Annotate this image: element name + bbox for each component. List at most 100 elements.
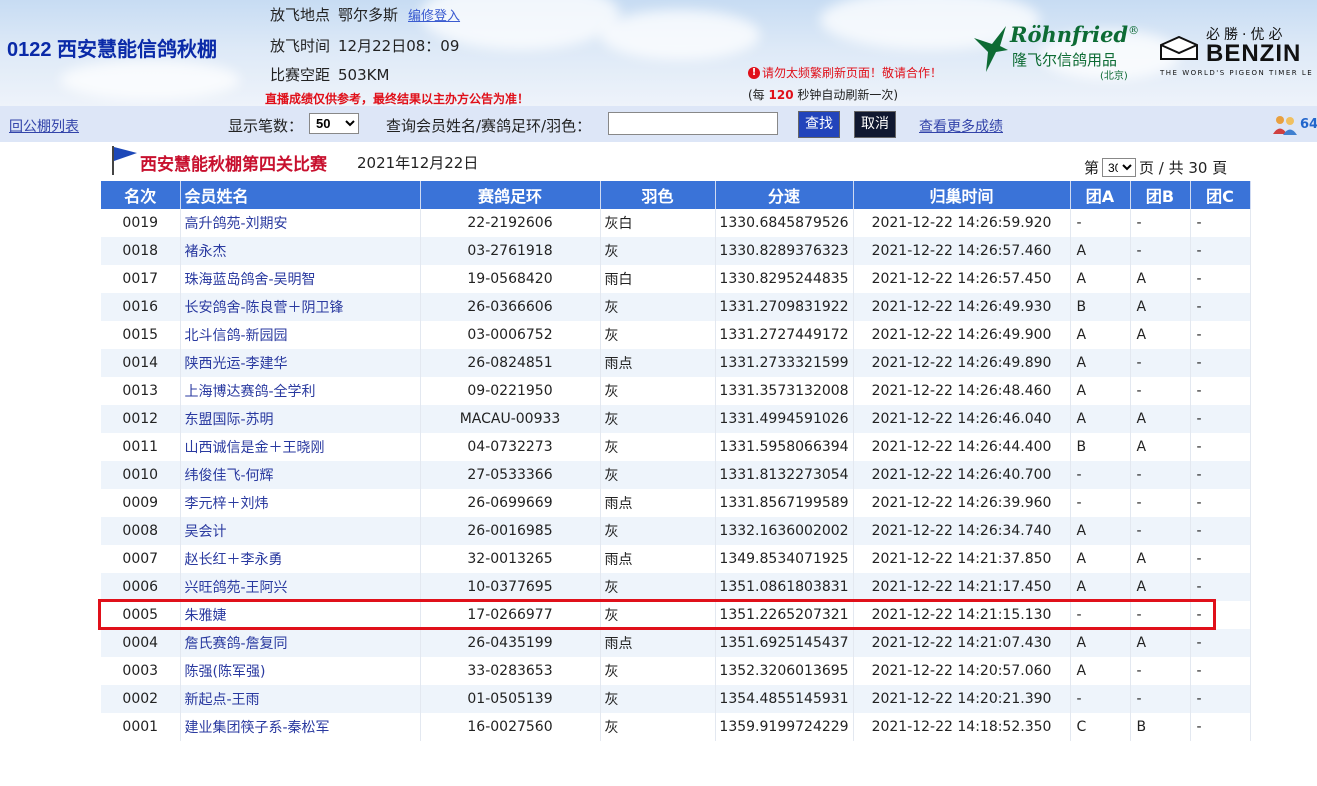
race-date: 2021年12月22日: [357, 154, 479, 172]
team-b-cell: -: [1130, 685, 1191, 713]
relogin-link[interactable]: 编修登入: [408, 9, 460, 24]
arrival-time-cell: 2021-12-22 14:21:15.130: [853, 601, 1071, 629]
speed-cell: 1330.8295244835: [715, 265, 854, 293]
record-count-select[interactable]: 50: [309, 113, 359, 134]
feather-color-cell: 灰: [600, 713, 716, 741]
benzing-tagline: THE WORLD'S PIGEON TIMER LE: [1160, 69, 1314, 77]
speed-cell: 1331.5958066394: [715, 433, 854, 461]
team-c-cell: -: [1190, 685, 1251, 713]
team-a-cell: B: [1070, 433, 1131, 461]
feather-color-cell: 灰: [600, 685, 716, 713]
member-name-link[interactable]: 纬俊佳飞-何辉: [180, 461, 421, 489]
member-name-link[interactable]: 詹氏赛鸽-詹复同: [180, 629, 421, 657]
team-a-cell: -: [1070, 209, 1131, 237]
feather-color-cell: 灰: [600, 293, 716, 321]
arrival-time-cell: 2021-12-22 14:26:57.460: [853, 237, 1071, 265]
count-label: 显示笔数：: [228, 117, 304, 135]
member-name-link[interactable]: 建业集团筷子系-秦松军: [180, 713, 421, 741]
online-count: 64: [1300, 117, 1317, 132]
team-c-cell: -: [1190, 545, 1251, 573]
col-header-team-b: 团B: [1130, 181, 1191, 209]
ring-number-cell: 01-0505139: [420, 685, 601, 713]
team-c-cell: -: [1190, 573, 1251, 601]
member-name-link[interactable]: 山西诚信是金＋王晓刚: [180, 433, 421, 461]
team-a-cell: -: [1070, 461, 1131, 489]
query-label: 查询会员姓名/赛鸽足环/羽色：: [386, 117, 592, 135]
back-to-list-link[interactable]: 回公棚列表: [9, 116, 79, 136]
team-a-cell: A: [1070, 349, 1131, 377]
rank-cell: 0013: [101, 377, 181, 405]
arrival-time-cell: 2021-12-22 14:20:21.390: [853, 685, 1071, 713]
arrival-time-cell: 2021-12-22 14:26:48.460: [853, 377, 1071, 405]
member-name-link[interactable]: 李元梓＋刘炜: [180, 489, 421, 517]
feather-color-cell: 雨点: [600, 349, 716, 377]
auto-refresh-note: (每 120 秒钟自动刷新一次): [748, 86, 898, 103]
member-name-link[interactable]: 陕西光运-李建华: [180, 349, 421, 377]
feather-color-cell: 雨白: [600, 265, 716, 293]
table-row: 0019 高升鸽苑-刘期安 22-2192606 灰白 1330.6845879526 2…: [101, 209, 1251, 237]
query-input[interactable]: [608, 112, 778, 135]
release-location-value: 鄂尔多斯: [338, 6, 399, 24]
table-row: 0004 詹氏赛鸽-詹复同 26-0435199 雨点 1351.6925145437 2…: [101, 629, 1251, 657]
team-b-cell: -: [1130, 517, 1191, 545]
team-b-cell: -: [1130, 237, 1191, 265]
team-c-cell: -: [1190, 601, 1251, 629]
member-name-link[interactable]: 褚永杰: [180, 237, 421, 265]
rohnfried-logo: Röhnfried® 隆飞尔信鸽用品 (北京): [972, 22, 1152, 82]
team-a-cell: A: [1070, 321, 1131, 349]
member-name-link[interactable]: 朱雅婕: [180, 601, 421, 629]
member-name-link[interactable]: 高升鸽苑-刘期安: [180, 209, 421, 237]
team-a-cell: A: [1070, 573, 1131, 601]
member-name-link[interactable]: 上海博达赛鸽-全学利: [180, 377, 421, 405]
member-name-link[interactable]: 新起点-王雨: [180, 685, 421, 713]
team-b-cell: A: [1130, 321, 1191, 349]
member-name-link[interactable]: 陈强(陈军强): [180, 657, 421, 685]
toolbar: 回公棚列表 显示笔数： 50 查询会员姓名/赛鸽足环/羽色： 查找 取消 查看更…: [0, 106, 1317, 142]
cancel-button[interactable]: 取消: [854, 111, 896, 138]
team-b-cell: A: [1130, 573, 1191, 601]
member-name-link[interactable]: 北斗信鸽-新园园: [180, 321, 421, 349]
rohnfried-city: (北京): [1100, 71, 1128, 82]
team-b-cell: A: [1130, 433, 1191, 461]
table-row: 0010 纬俊佳飞-何辉 27-0533366 灰 1331.8132273054 202…: [101, 461, 1251, 489]
ring-number-cell: 26-0824851: [420, 349, 601, 377]
member-name-link[interactable]: 兴旺鸽苑-王阿兴: [180, 573, 421, 601]
feather-color-cell: 灰: [600, 405, 716, 433]
rohnfried-wordmark: Röhnfried: [1010, 22, 1129, 47]
member-name-link[interactable]: 长安鸽舍-陈良菅＋阴卫锋: [180, 293, 421, 321]
ring-number-cell: 04-0732273: [420, 433, 601, 461]
benzing-name: BENZIN: [1206, 40, 1302, 67]
member-name-link[interactable]: 赵长红＋李永勇: [180, 545, 421, 573]
member-name-link[interactable]: 珠海蓝岛鸽舍-吴明智: [180, 265, 421, 293]
benzing-logo: 必勝·优必 BENZIN THE WORLD'S PIGEON TIMER LE: [1160, 24, 1317, 84]
arrival-time-cell: 2021-12-22 14:21:07.430: [853, 629, 1071, 657]
ring-number-cell: 26-0016985: [420, 517, 601, 545]
table-row: 0015 北斗信鸽-新园园 03-0006752 灰 1331.2727449172 20…: [101, 321, 1251, 349]
table-header-row: 名次 会员姓名 赛鸽足环 羽色 分速 归巢时间 团A 团B 团C: [101, 181, 1251, 209]
rank-cell: 0003: [101, 657, 181, 685]
page-select[interactable]: 30: [1102, 158, 1137, 177]
member-name-link[interactable]: 东盟国际-苏明: [180, 405, 421, 433]
speed-cell: 1331.3573132008: [715, 377, 854, 405]
rank-cell: 0016: [101, 293, 181, 321]
table-row: 0003 陈强(陈军强) 33-0283653 灰 1352.3206013695 202…: [101, 657, 1251, 685]
team-a-cell: A: [1070, 237, 1131, 265]
member-name-link[interactable]: 吴会计: [180, 517, 421, 545]
more-results-link[interactable]: 查看更多成绩: [919, 116, 1003, 136]
team-b-cell: -: [1130, 657, 1191, 685]
pager-suffix: 页 / 共 30 頁: [1139, 159, 1228, 177]
search-button[interactable]: 查找: [798, 111, 840, 138]
rank-cell: 0017: [101, 265, 181, 293]
team-c-cell: -: [1190, 433, 1251, 461]
team-c-cell: -: [1190, 629, 1251, 657]
rank-cell: 0004: [101, 629, 181, 657]
results-body: 0019 高升鸽苑-刘期安 22-2192606 灰白 1330.6845879526 2…: [101, 209, 1251, 741]
team-c-cell: -: [1190, 517, 1251, 545]
team-b-cell: -: [1130, 461, 1191, 489]
speed-cell: 1331.2727449172: [715, 321, 854, 349]
team-b-cell: A: [1130, 405, 1191, 433]
rank-cell: 0009: [101, 489, 181, 517]
refresh-seconds: 120: [768, 88, 794, 102]
table-row: 0016 长安鸽舍-陈良菅＋阴卫锋 26-0366606 灰 1331.27098319…: [101, 293, 1251, 321]
col-header-member: 会员姓名: [180, 181, 421, 209]
